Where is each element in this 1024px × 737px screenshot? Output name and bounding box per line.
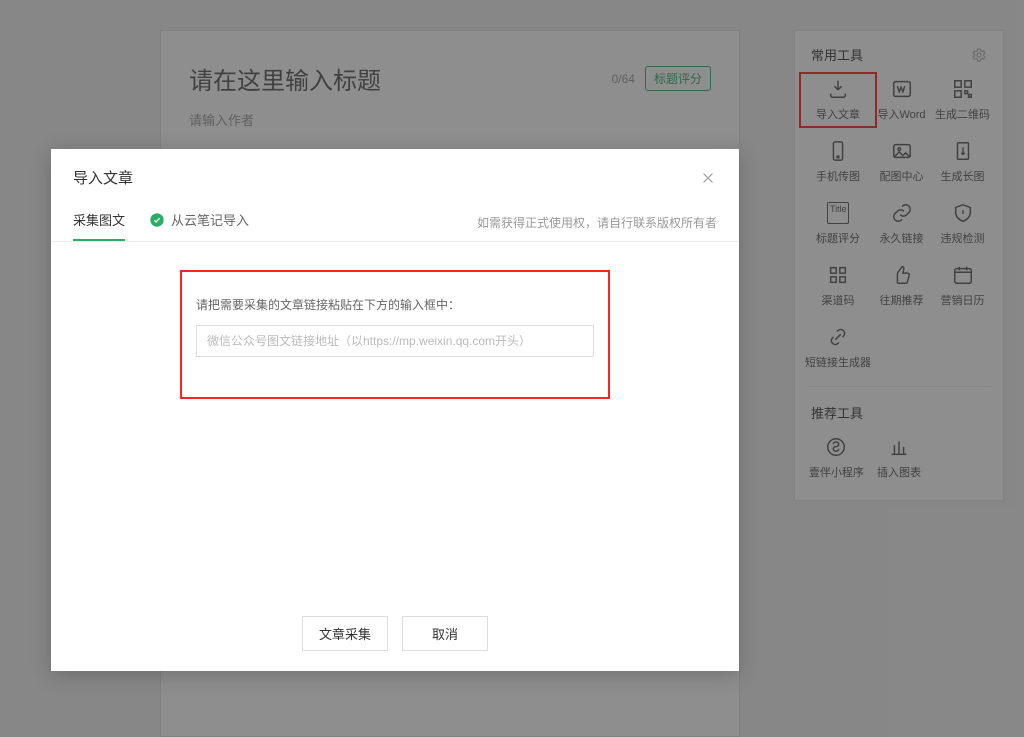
collect-label: 请把需要采集的文章链接粘贴在下方的输入框中：	[196, 296, 594, 313]
tab-import-note[interactable]: 从云笔记导入	[149, 202, 249, 241]
collect-url-input[interactable]	[196, 325, 594, 357]
collect-button[interactable]: 文章采集	[302, 616, 388, 651]
close-icon[interactable]	[699, 169, 717, 187]
cancel-button[interactable]: 取消	[402, 616, 488, 651]
modal-title: 导入文章	[73, 167, 133, 188]
modal-rights-hint: 如需获得正式使用权，请自行联系版权所有者	[477, 214, 717, 241]
modal-overlay: 导入文章 采集图文 从云笔记导入 如需获得正式使用权，请自行联系版权所有者 请把…	[0, 0, 1024, 737]
import-article-modal: 导入文章 采集图文 从云笔记导入 如需获得正式使用权，请自行联系版权所有者 请把…	[51, 149, 739, 671]
check-circle-icon	[149, 212, 165, 228]
tab-collect[interactable]: 采集图文	[73, 202, 125, 241]
collect-highlight-box: 请把需要采集的文章链接粘贴在下方的输入框中：	[180, 270, 610, 399]
